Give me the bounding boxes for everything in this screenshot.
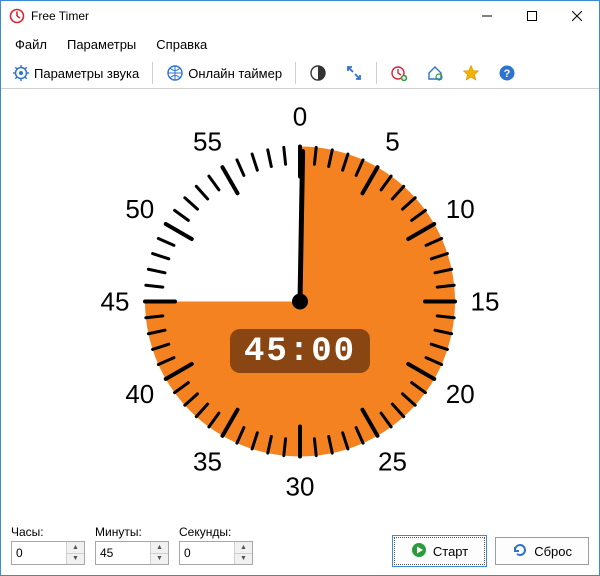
titlebar: Free Timer (1, 1, 599, 31)
minutes-input[interactable] (96, 542, 150, 564)
seconds-label: Секунды: (179, 525, 253, 539)
start-button[interactable]: Старт (394, 537, 485, 565)
svg-text:25: 25 (378, 447, 407, 477)
contrast-button[interactable] (302, 60, 334, 86)
separator (152, 62, 153, 84)
seconds-field: Секунды: ▲▼ (179, 525, 253, 565)
minutes-field: Минуты: ▲▼ (95, 525, 169, 565)
svg-text:10: 10 (446, 194, 475, 224)
menu-file[interactable]: Файл (7, 33, 55, 56)
add-timer-button[interactable] (383, 60, 415, 86)
minutes-spinner[interactable]: ▲▼ (95, 541, 169, 565)
separator (295, 62, 296, 84)
dial[interactable]: 0 5 10 15 20 25 30 35 40 45 50 55 (85, 89, 515, 517)
svg-text:?: ? (504, 68, 511, 80)
svg-text:5: 5 (385, 126, 399, 156)
play-icon (411, 542, 427, 561)
reset-icon (512, 542, 528, 561)
help-button[interactable]: ? (491, 60, 523, 86)
clock-plus-icon (390, 64, 408, 82)
app-window: Free Timer Файл Параметры Справка Параме… (0, 0, 600, 576)
svg-text:45: 45 (101, 287, 130, 317)
app-icon (9, 8, 25, 24)
hours-up[interactable]: ▲ (67, 542, 84, 554)
toolbar: Параметры звука Онлайн таймер (1, 58, 599, 89)
hours-spinner[interactable]: ▲▼ (11, 541, 85, 565)
minutes-up[interactable]: ▲ (151, 542, 168, 554)
svg-text:50: 50 (125, 194, 154, 224)
svg-text:30: 30 (286, 472, 315, 502)
minutes-label: Минуты: (95, 525, 169, 539)
home-button[interactable] (419, 60, 451, 86)
minimize-button[interactable] (464, 1, 509, 31)
svg-text:35: 35 (193, 447, 222, 477)
timer-area: 0 5 10 15 20 25 30 35 40 45 50 55 45:00 (1, 89, 599, 517)
svg-text:0: 0 (293, 102, 307, 132)
seconds-up[interactable]: ▲ (235, 542, 252, 554)
close-button[interactable] (554, 1, 599, 31)
separator (376, 62, 377, 84)
minutes-down[interactable]: ▼ (151, 554, 168, 565)
svg-text:20: 20 (446, 379, 475, 409)
favorite-button[interactable] (455, 60, 487, 86)
digital-display: 45:00 (230, 329, 370, 373)
expand-icon (345, 64, 363, 82)
online-timer-label: Онлайн таймер (188, 66, 282, 81)
hours-down[interactable]: ▼ (67, 554, 84, 565)
seconds-down[interactable]: ▼ (235, 554, 252, 565)
maximize-button[interactable] (509, 1, 554, 31)
digital-time: 45:00 (244, 333, 356, 371)
hours-label: Часы: (11, 525, 85, 539)
reset-button[interactable]: Сброс (495, 537, 589, 565)
bottom-panel: Часы: ▲▼ Минуты: ▲▼ Секунды: ▲▼ (1, 517, 599, 575)
star-icon (462, 64, 480, 82)
help-icon: ? (498, 64, 516, 82)
window-title: Free Timer (31, 9, 89, 23)
menu-help[interactable]: Справка (148, 33, 215, 56)
sound-params-button[interactable]: Параметры звука (5, 60, 146, 86)
fullscreen-button[interactable] (338, 60, 370, 86)
svg-text:40: 40 (125, 379, 154, 409)
svg-text:55: 55 (193, 126, 222, 156)
start-label: Старт (433, 544, 468, 559)
globe-icon (166, 64, 184, 82)
menu-params[interactable]: Параметры (59, 33, 144, 56)
reset-label: Сброс (534, 544, 572, 559)
home-globe-icon (426, 64, 444, 82)
seconds-input[interactable] (180, 542, 234, 564)
hours-field: Часы: ▲▼ (11, 525, 85, 565)
hours-input[interactable] (12, 542, 66, 564)
online-timer-button[interactable]: Онлайн таймер (159, 60, 289, 86)
seconds-spinner[interactable]: ▲▼ (179, 541, 253, 565)
svg-text:15: 15 (471, 287, 500, 317)
gear-sound-icon (12, 64, 30, 82)
contrast-icon (309, 64, 327, 82)
sound-params-label: Параметры звука (34, 66, 139, 81)
menubar: Файл Параметры Справка (1, 31, 599, 58)
